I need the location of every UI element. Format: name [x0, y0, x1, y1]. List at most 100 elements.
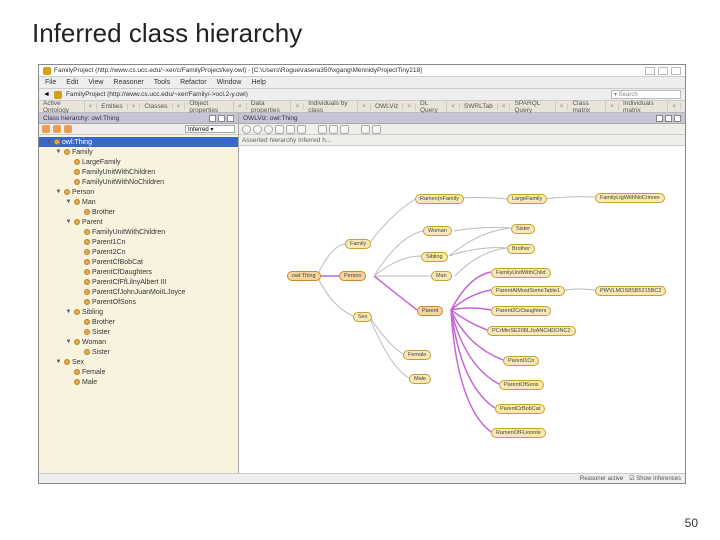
viz-zoom-out-icon[interactable]: [329, 125, 338, 134]
tree-item[interactable]: Parent1Cn: [39, 237, 238, 247]
viz-tool-5[interactable]: [286, 125, 295, 134]
tree-item[interactable]: ParentCfBobCat: [39, 257, 238, 267]
graph-node[interactable]: ParentAtMostSomeTable1: [491, 286, 565, 296]
graph-node[interactable]: ParentOfSons: [499, 380, 544, 390]
tree-item[interactable]: ParentCfJohnJuanMoiILJoyce: [39, 287, 238, 297]
tree-item[interactable]: Male: [39, 377, 238, 387]
tab-entities[interactable]: Entities: [101, 103, 127, 110]
owlviz-title: OWLViz: owl:Thing: [243, 115, 298, 122]
tree-item[interactable]: ParentCfFfLilnyAlbert III: [39, 277, 238, 287]
graph-node[interactable]: Man: [431, 271, 452, 281]
menu-view[interactable]: View: [88, 79, 103, 86]
graph-node[interactable]: Male: [409, 374, 431, 384]
owlviz-btn-2[interactable]: [665, 115, 672, 122]
tree-item[interactable]: ▼owl:Thing: [39, 137, 238, 147]
graph-node[interactable]: PWVLMOS8SB5215BC2: [595, 286, 666, 296]
tree-item[interactable]: ▼Sibling: [39, 307, 238, 317]
viz-zoom-in-icon[interactable]: [318, 125, 327, 134]
viz-tool-6[interactable]: [297, 125, 306, 134]
graph-node[interactable]: Parent: [417, 306, 443, 316]
tree-item[interactable]: FamilyUnitWithChildren: [39, 167, 238, 177]
tree-item[interactable]: Brother: [39, 317, 238, 327]
owlviz-btn-1[interactable]: [656, 115, 663, 122]
graph-node[interactable]: Family: [345, 239, 371, 249]
tree-item[interactable]: Sister: [39, 327, 238, 337]
graph-node[interactable]: Female: [403, 350, 431, 360]
tree-item[interactable]: Female: [39, 367, 238, 377]
graph-node[interactable]: Sex: [353, 312, 372, 322]
tab-active-ontology[interactable]: Active Ontology: [43, 100, 85, 114]
graph-node[interactable]: owl:Thing: [287, 271, 321, 281]
tab-class-matrix[interactable]: Class matrix: [572, 100, 606, 114]
panel-btn-3[interactable]: [227, 115, 234, 122]
class-tree[interactable]: ▼owl:Thing▼FamilyLargeFamilyFamilyUnitWi…: [39, 135, 238, 473]
graph-node[interactable]: RamenOfFLionnte: [491, 428, 546, 438]
graph-node[interactable]: Parent2CrDaughters: [491, 306, 551, 316]
tree-item[interactable]: ▼Person: [39, 187, 238, 197]
tree-item[interactable]: FamilyUnitWithNoChildren: [39, 177, 238, 187]
status-inferences[interactable]: ☑ Show Inferences: [629, 475, 681, 482]
back-icon[interactable]: ◄: [43, 91, 50, 98]
viz-tool-1[interactable]: [242, 125, 251, 134]
tab-classes[interactable]: Classes: [144, 103, 172, 110]
tab-data-props[interactable]: Data properties: [251, 100, 292, 114]
graph-node[interactable]: Person: [339, 271, 366, 281]
tree-item[interactable]: ▼Man: [39, 197, 238, 207]
graph-node[interactable]: Brother: [507, 244, 535, 254]
panel-btn-2[interactable]: [218, 115, 225, 122]
tab-ind-matrix[interactable]: Individuals matrix: [623, 100, 668, 114]
search-input[interactable]: ▾ Search: [611, 90, 681, 99]
tree-item[interactable]: ▼Family: [39, 147, 238, 157]
minimize-button[interactable]: [645, 67, 655, 75]
tab-object-props[interactable]: Object properties: [189, 100, 234, 114]
menu-window[interactable]: Window: [217, 79, 242, 86]
menu-help[interactable]: Help: [251, 79, 265, 86]
viz-tool-2[interactable]: [253, 125, 262, 134]
graph-node[interactable]: Woman: [423, 226, 452, 236]
tree-item[interactable]: ▼Parent: [39, 217, 238, 227]
graph-canvas[interactable]: owl:Thing Family Person Sex Ramen(nFamily Wom…: [239, 146, 685, 473]
tab-dlquery[interactable]: DL Query: [420, 100, 447, 114]
graph-node[interactable]: Sibling: [421, 252, 448, 262]
graph-node[interactable]: LargeFamily: [507, 194, 547, 204]
menu-edit[interactable]: Edit: [66, 79, 78, 86]
tree-item[interactable]: ParentOfSons: [39, 297, 238, 307]
tree-item[interactable]: LargeFamily: [39, 157, 238, 167]
hierarchy-mode-select[interactable]: Inferred ▾: [185, 125, 235, 133]
tab-sparql[interactable]: SPARQL Query: [514, 100, 555, 114]
tree-item[interactable]: ▼Woman: [39, 337, 238, 347]
viz-subtab-label[interactable]: Asserted hierarchy Inferred h...: [242, 137, 331, 144]
tree-item[interactable]: Sister: [39, 347, 238, 357]
viz-tool-4[interactable]: [275, 125, 284, 134]
tree-item[interactable]: ParentCfDaughters: [39, 267, 238, 277]
add-subclass-icon[interactable]: [53, 125, 61, 133]
tab-owlviz[interactable]: OWLViz: [375, 103, 403, 110]
tab-individuals[interactable]: Individuals by class: [308, 100, 358, 114]
add-class-icon[interactable]: [42, 125, 50, 133]
graph-node[interactable]: FamilyLtgWithNoCrimen: [595, 193, 665, 203]
viz-tool-3[interactable]: [264, 125, 273, 134]
delete-class-icon[interactable]: [64, 125, 72, 133]
tree-item[interactable]: ▼Sex: [39, 357, 238, 367]
viz-export-icon[interactable]: [361, 125, 370, 134]
tab-swrl[interactable]: SWRLTab: [464, 103, 498, 110]
maximize-button[interactable]: [658, 67, 668, 75]
owlviz-btn-3[interactable]: [674, 115, 681, 122]
panel-btn-1[interactable]: [209, 115, 216, 122]
tree-item[interactable]: Brother: [39, 207, 238, 217]
graph-node[interactable]: Ramen(nFamily: [415, 194, 464, 204]
graph-node[interactable]: Parent1Cn: [503, 356, 539, 366]
tree-item[interactable]: FamilyUnitWithChildren: [39, 227, 238, 237]
menu-file[interactable]: File: [45, 79, 56, 86]
graph-node[interactable]: Sister: [511, 224, 535, 234]
graph-node[interactable]: PCrMinSE208LJoANCHDONC2: [487, 326, 576, 336]
menu-refactor[interactable]: Refactor: [180, 79, 206, 86]
menu-reasoner[interactable]: Reasoner: [113, 79, 143, 86]
viz-fit-icon[interactable]: [340, 125, 349, 134]
close-button[interactable]: [671, 67, 681, 75]
graph-node[interactable]: FamilyUnitWithChild: [491, 268, 551, 278]
menu-tools[interactable]: Tools: [154, 79, 170, 86]
viz-settings-icon[interactable]: [372, 125, 381, 134]
graph-node[interactable]: ParentCrBobCat: [495, 404, 545, 414]
tree-item[interactable]: Parent2Cn: [39, 247, 238, 257]
